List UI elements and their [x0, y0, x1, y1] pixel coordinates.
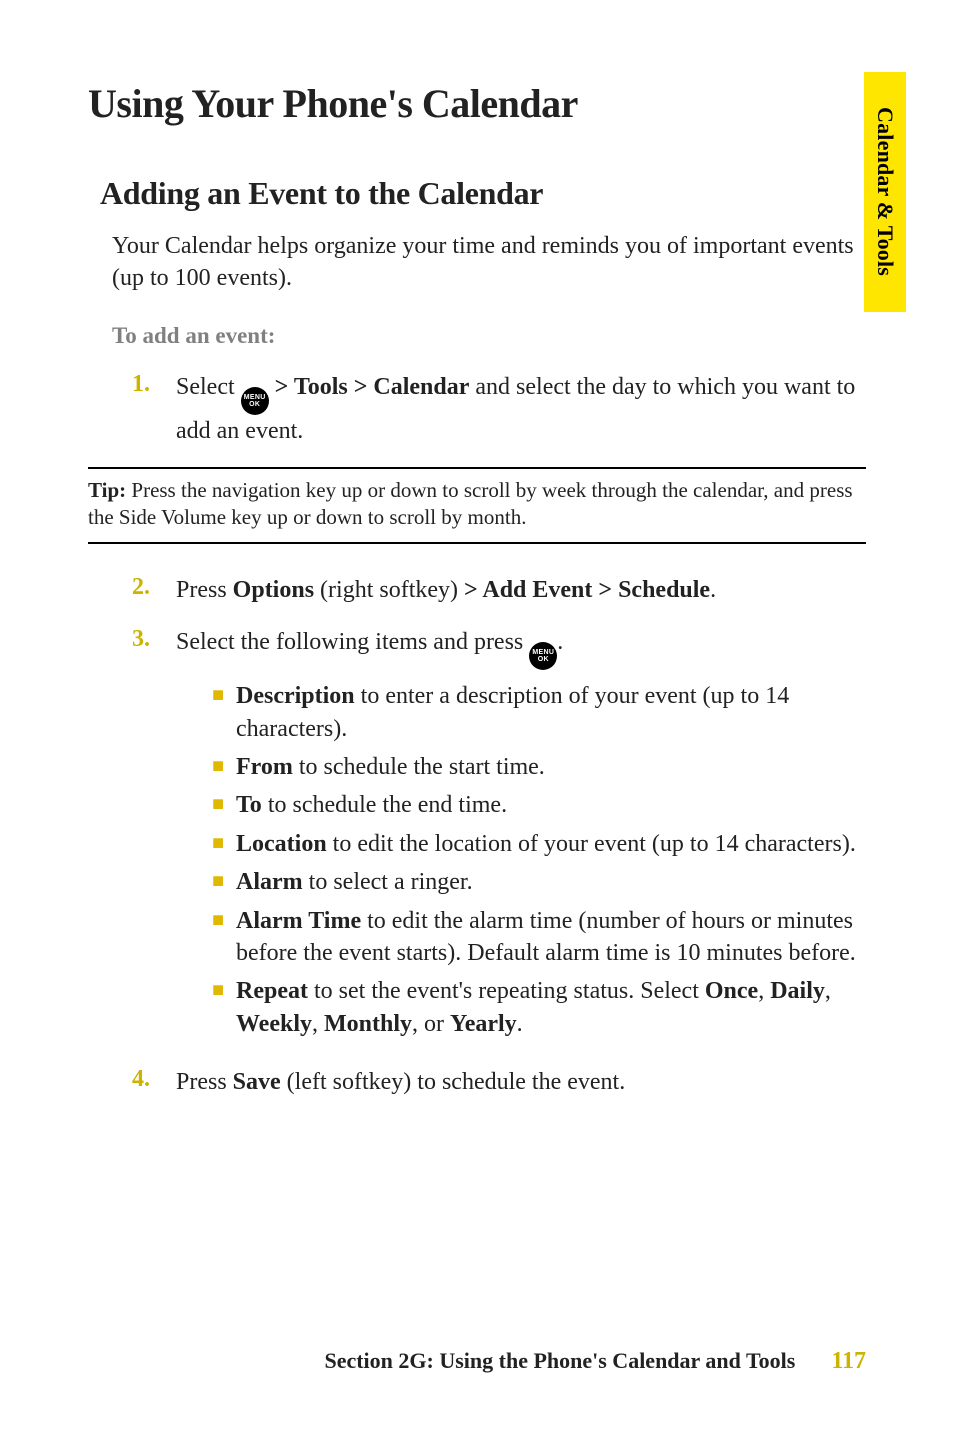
bullet-item: ■ Alarm to select a ringer. — [212, 866, 866, 898]
icon-line-1: MENU — [532, 649, 554, 656]
text: , — [312, 1011, 324, 1037]
bold: Description — [236, 683, 355, 709]
text: Press — [176, 577, 233, 603]
step-number: 3. — [132, 626, 176, 1046]
icon-line-2: OK — [538, 656, 549, 663]
page-footer: Section 2G: Using the Phone's Calendar a… — [0, 1348, 954, 1375]
bullet-item: ■ Repeat to set the event's repeating st… — [212, 975, 866, 1040]
text: Press — [176, 1069, 233, 1095]
text: (right softkey) — [314, 577, 464, 603]
bold: Once — [705, 978, 758, 1004]
text: Select the following items and press — [176, 629, 529, 655]
menu-ok-icon: MENUOK — [241, 387, 269, 415]
step-number: 1. — [132, 371, 176, 447]
bold: Options — [233, 577, 314, 603]
bold: Weekly — [236, 1011, 312, 1037]
bold: Alarm — [236, 869, 303, 895]
side-tab: Calendar & Tools — [864, 72, 906, 312]
text: . — [517, 1011, 523, 1037]
tip-label: Tip: — [88, 478, 126, 502]
text: . — [710, 577, 716, 603]
footer-section-title: Section 2G: Using the Phone's Calendar a… — [324, 1348, 795, 1374]
step-body: Select MENUOK > Tools > Calendar and sel… — [176, 371, 866, 447]
bold: Alarm Time — [236, 908, 361, 934]
step-2: 2. Press Options (right softkey) > Add E… — [132, 574, 866, 606]
text: , or — [412, 1011, 450, 1037]
step-body: Select the following items and press MEN… — [176, 626, 866, 1046]
text: to set the event's repeating status. Sel… — [308, 978, 705, 1004]
step-body: Press Save (left softkey) to schedule th… — [176, 1066, 866, 1098]
bold: Save — [233, 1069, 281, 1095]
step-3: 3. Select the following items and press … — [132, 626, 866, 1046]
bold: From — [236, 754, 293, 780]
page-number: 117 — [831, 1348, 866, 1375]
text: Select — [176, 374, 241, 400]
menu-ok-icon: MENUOK — [529, 642, 557, 670]
icon-line-2: OK — [249, 401, 260, 408]
bullet-icon: ■ — [212, 975, 236, 1040]
bold: Repeat — [236, 978, 308, 1004]
tip-text: Press the navigation key up or down to s… — [88, 478, 853, 529]
bold: Yearly — [450, 1011, 517, 1037]
text: . — [557, 629, 563, 655]
step-4: 4. Press Save (left softkey) to schedule… — [132, 1066, 866, 1098]
text: to select a ringer. — [303, 869, 473, 895]
text: , — [825, 978, 831, 1004]
subhead: To add an event: — [112, 323, 866, 349]
bold: Location — [236, 831, 327, 857]
bullet-item: ■ To to schedule the end time. — [212, 789, 866, 821]
text: , — [758, 978, 770, 1004]
bullet-item: ■ Location to edit the location of your … — [212, 828, 866, 860]
bold: To — [236, 792, 262, 818]
text: (left softkey) to schedule the event. — [281, 1069, 626, 1095]
tip-box: Tip: Press the navigation key up or down… — [88, 467, 866, 544]
bold: Daily — [770, 978, 825, 1004]
bullet-icon: ■ — [212, 828, 236, 860]
bullet-icon: ■ — [212, 789, 236, 821]
step-body: Press Options (right softkey) > Add Even… — [176, 574, 866, 606]
side-tab-label: Calendar & Tools — [872, 107, 898, 276]
text: to schedule the start time. — [293, 754, 545, 780]
bold-path: > Tools > Calendar — [269, 374, 470, 400]
step-1: 1. Select MENUOK > Tools > Calendar and … — [132, 371, 866, 447]
bold: Monthly — [324, 1011, 412, 1037]
text: to edit the location of your event (up t… — [327, 831, 856, 857]
text: to schedule the end time. — [262, 792, 507, 818]
bold: > Add Event > Schedule — [464, 577, 710, 603]
bullet-item: ■ Description to enter a description of … — [212, 680, 866, 745]
bullet-icon: ■ — [212, 905, 236, 970]
step-number: 2. — [132, 574, 176, 606]
bullet-icon: ■ — [212, 751, 236, 783]
intro-text: Your Calendar helps organize your time a… — [112, 230, 866, 295]
section-heading: Adding an Event to the Calendar — [100, 175, 866, 212]
step-number: 4. — [132, 1066, 176, 1098]
icon-line-1: MENU — [244, 394, 266, 401]
bullet-item: ■ Alarm Time to edit the alarm time (num… — [212, 905, 866, 970]
bullet-item: ■ From to schedule the start time. — [212, 751, 866, 783]
bullet-icon: ■ — [212, 680, 236, 745]
page-title: Using Your Phone's Calendar — [88, 80, 866, 127]
bullet-icon: ■ — [212, 866, 236, 898]
